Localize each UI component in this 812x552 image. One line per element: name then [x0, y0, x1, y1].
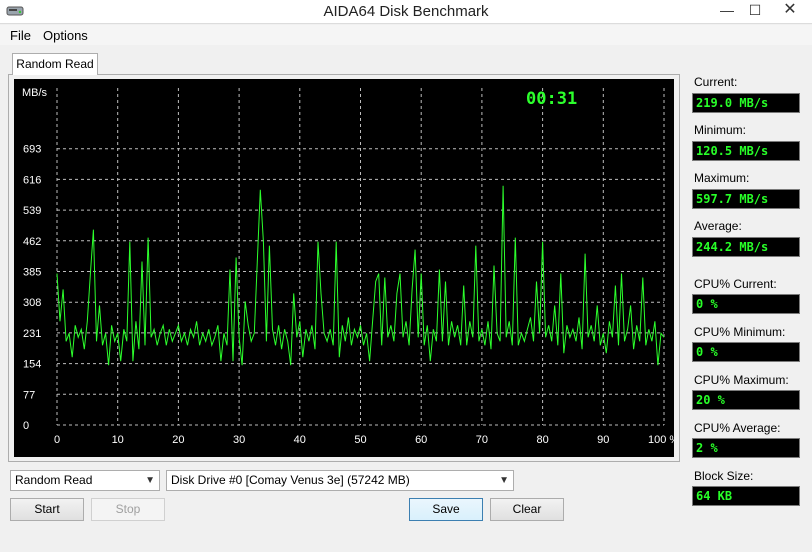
benchmark-chart: 693 616 539 462 385 308 231 154 77 0 0 10 20 30 40 50 6…	[14, 79, 674, 457]
menu-options[interactable]: Options	[43, 28, 88, 43]
drive-select[interactable]: Disk Drive #0 [Comay Venus 3e] (57242 MB…	[166, 470, 514, 491]
stop-button[interactable]: Stop	[91, 498, 165, 521]
minimum-value: 120.5 MB/s	[692, 141, 800, 161]
y-tick-label: 616	[23, 174, 41, 186]
y-tick-label: 462	[23, 236, 41, 248]
title-bar: AIDA64 Disk Benchmark — ☐ ✕	[0, 0, 812, 24]
y-tick-label: 308	[23, 297, 41, 309]
y-tick-label: 154	[23, 359, 41, 371]
cpu-average-value: 2 %	[692, 438, 800, 458]
maximum-label: Maximum:	[694, 171, 750, 185]
start-button[interactable]: Start	[10, 498, 84, 521]
x-tick-label: 0	[54, 434, 60, 446]
cpu-minimum-label: CPU% Minimum:	[694, 325, 786, 339]
maximize-button[interactable]: ☐	[740, 0, 770, 22]
minimize-button[interactable]: —	[712, 0, 742, 22]
x-tick-label: 60	[415, 434, 427, 446]
minimum-label: Minimum:	[694, 123, 747, 137]
elapsed-timer: 00:31	[526, 89, 577, 109]
chevron-down-icon[interactable]: ▼	[499, 471, 509, 490]
x-tick-label: 20	[172, 434, 184, 446]
clear-button[interactable]: Clear	[490, 498, 564, 521]
chart-svg: 693 616 539 462 385 308 231 154 77 0 0 10 20 30 40 50 6…	[22, 87, 674, 446]
x-tick-label: 100 %	[648, 434, 674, 446]
cpu-current-label: CPU% Current:	[694, 277, 777, 291]
cpu-maximum-label: CPU% Maximum:	[694, 373, 789, 387]
cpu-average-label: CPU% Average:	[694, 421, 781, 435]
cpu-current-value: 0 %	[692, 294, 800, 314]
average-value: 244.2 MB/s	[692, 237, 800, 257]
y-tick-label: 77	[23, 389, 35, 401]
y-tick-label: 0	[23, 420, 29, 432]
tab-random-read[interactable]: Random Read	[12, 53, 98, 75]
x-tick-label: 70	[476, 434, 488, 446]
x-axis-ticks: 0 10 20 30 40 50 60 70 80 90 100 %	[54, 434, 674, 446]
y-tick-label: 539	[23, 205, 41, 217]
x-tick-label: 80	[536, 434, 548, 446]
x-tick-label: 90	[597, 434, 609, 446]
maximum-value: 597.7 MB/s	[692, 189, 800, 209]
cpu-maximum-value: 20 %	[692, 390, 800, 410]
close-button[interactable]: ✕	[770, 0, 810, 22]
chevron-down-icon[interactable]: ▼	[145, 471, 155, 490]
y-axis-ticks: 693 616 539 462 385 308 231 154 77 0	[23, 144, 41, 432]
current-value: 219.0 MB/s	[692, 93, 800, 113]
save-button[interactable]: Save	[409, 498, 483, 521]
window-title: AIDA64 Disk Benchmark	[323, 3, 489, 20]
cpu-minimum-value: 0 %	[692, 342, 800, 362]
menu-file[interactable]: File	[10, 28, 31, 43]
y-axis-label: MB/s	[22, 87, 48, 99]
y-tick-label: 231	[23, 328, 41, 340]
x-tick-label: 10	[112, 434, 124, 446]
block-size-label: Block Size:	[694, 469, 754, 483]
y-tick-label: 693	[23, 144, 41, 156]
drive-selected: Disk Drive #0 [Comay Venus 3e] (57242 MB…	[171, 473, 410, 487]
test-type-select[interactable]: Random Read ▼	[10, 470, 160, 491]
current-label: Current:	[694, 75, 738, 89]
y-tick-label: 385	[23, 267, 41, 279]
x-tick-label: 40	[294, 434, 306, 446]
test-type-selected: Random Read	[15, 473, 93, 487]
menu-bar: File Options	[0, 25, 812, 45]
block-size-value: 64 KB	[692, 486, 800, 506]
x-tick-label: 50	[354, 434, 366, 446]
x-tick-label: 30	[233, 434, 245, 446]
average-label: Average:	[694, 219, 742, 233]
